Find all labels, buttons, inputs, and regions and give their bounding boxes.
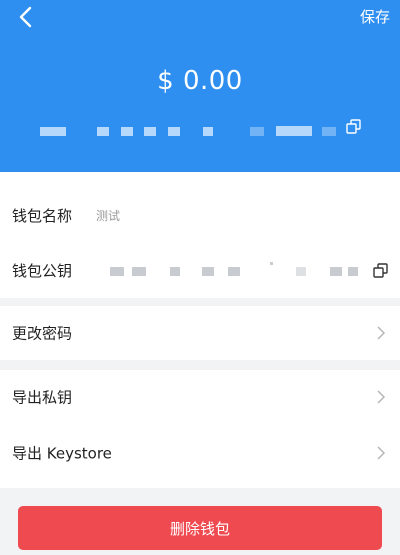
export-keystore-label: 导出 Keystore (12, 444, 112, 463)
copy-public-key-button[interactable] (372, 262, 390, 280)
export-private-key-item[interactable]: 导出私钥 (0, 370, 400, 424)
export-private-key-label: 导出私钥 (12, 388, 73, 407)
chevron-right-icon (377, 446, 386, 460)
back-arrow-icon (19, 6, 32, 28)
save-button[interactable]: 保存 (360, 6, 390, 27)
chevron-right-icon (377, 390, 386, 404)
copy-icon (346, 119, 361, 134)
wallet-header: 保存 $ 0.00 (0, 0, 400, 172)
chevron-right-icon (377, 326, 386, 340)
change-password-label: 更改密码 (12, 324, 73, 343)
wallet-name-label: 钱包名称 (12, 207, 73, 225)
wallet-address-masked (40, 121, 370, 139)
export-keystore-item[interactable]: 导出 Keystore (0, 426, 400, 480)
delete-wallet-button[interactable]: 删除钱包 (18, 506, 382, 550)
copy-address-button[interactable] (345, 118, 363, 136)
public-key-masked (110, 262, 360, 278)
security-card: 更改密码 (0, 306, 400, 360)
public-key-label: 钱包公钥 (12, 262, 73, 280)
back-button[interactable] (12, 4, 38, 30)
change-password-item[interactable]: 更改密码 (0, 306, 400, 360)
copy-icon (373, 263, 388, 278)
wallet-balance: $ 0.00 (157, 66, 243, 96)
export-card: 导出私钥 导出 Keystore (0, 370, 400, 488)
wallet-name-value[interactable]: 测试 (96, 207, 120, 224)
